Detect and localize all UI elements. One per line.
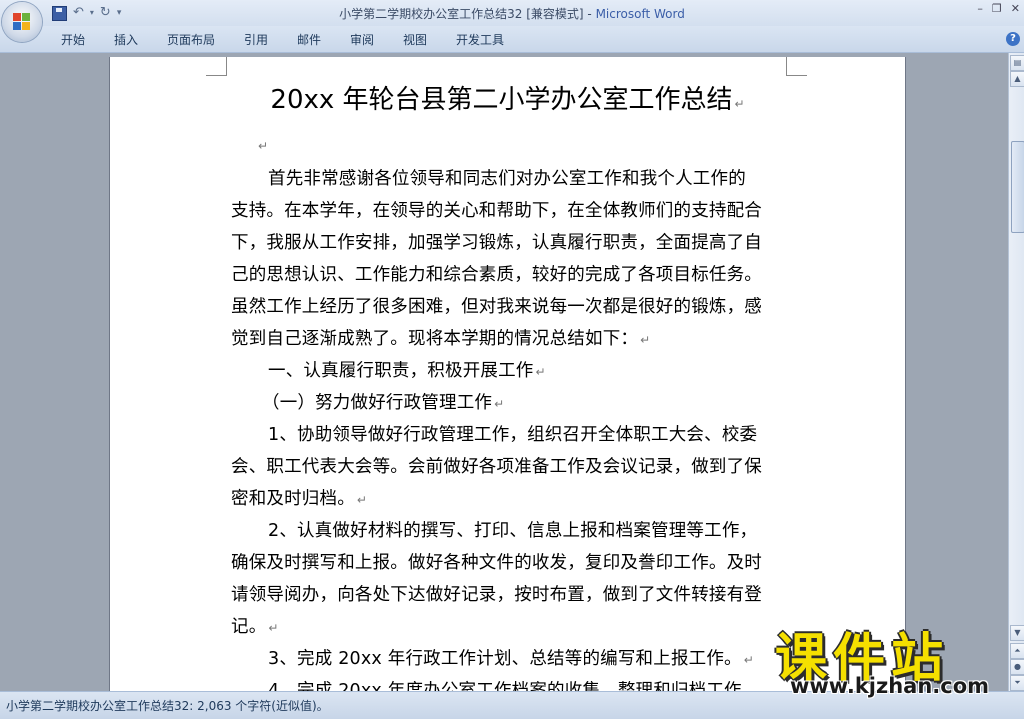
body-line: 1、协助领导做好行政管理工作，组织召开全体职工大会、校委 [268, 425, 758, 445]
vertical-scrollbar[interactable]: ▤ ▲ ▼ ⏶ ● ⏷ [1008, 53, 1024, 691]
body-line-text: 3、完成 20xx 年行政工作计划、总结等的编写和上报工作。 [268, 649, 742, 669]
paragraph-mark-icon: ↵ [743, 653, 755, 667]
watermark-url: www.kjzhan.com [790, 674, 990, 698]
section-heading-text: 一、认真履行职责，积极开展工作 [268, 361, 534, 381]
body-line-text: 密和及时归档。 [231, 489, 355, 509]
subsection-heading: （一）努力做好行政管理工作 ↵ [262, 389, 504, 414]
body-line-text: 记。 [231, 617, 267, 637]
body-line: 确保及时撰写和上报。做好各种文件的收发，复印及誊印工作。及时 [231, 553, 762, 573]
margin-corner-mark [786, 57, 807, 76]
body-line: 支持。在本学年，在领导的关心和帮助下，在全体教师们的支持配合 [231, 201, 762, 221]
body-line: 记。 ↵ [231, 613, 279, 638]
tab-page-layout[interactable]: 页面布局 [167, 31, 215, 48]
scroll-thumb[interactable] [1011, 141, 1024, 233]
close-icon[interactable]: ✕ [1011, 2, 1020, 15]
document-title: 20xx 年轮台县第二小学办公室工作总结 ↵ [110, 79, 905, 116]
tab-references[interactable]: 引用 [244, 31, 268, 48]
previous-page-icon[interactable]: ⏶ [1010, 643, 1024, 659]
window-title: 小学第二学期校办公室工作总结32 [兼容模式] - Microsoft Word [0, 5, 1024, 22]
title-bar: ↶ ▾ ↻ ▾ 小学第二学期校办公室工作总结32 [兼容模式] - Micros… [0, 0, 1024, 26]
body-line: 虽然工作上经历了很多困难，但对我来说每一次都是很好的锻炼，感 [231, 297, 762, 317]
body-line: 己的思想认识、工作能力和综合素质，较好的完成了各项目标任务。 [231, 265, 762, 285]
document-title-text: 20xx 年轮台县第二小学办公室工作总结 [270, 85, 733, 115]
paragraph-mark-icon: ↵ [268, 621, 279, 635]
tab-developer[interactable]: 开发工具 [456, 31, 504, 48]
paragraph-mark-icon: ↵ [494, 397, 505, 411]
window-title-doc: 小学第二学期校办公室工作总结32 [兼容模式] - [339, 7, 596, 21]
minimize-icon[interactable]: – [977, 2, 983, 15]
office-logo-icon [13, 13, 31, 31]
document-page[interactable]: 20xx 年轮台县第二小学办公室工作总结 ↵ ↵ 首先非常感谢各位领导和同志们对办… [110, 57, 905, 691]
margin-corner-mark [206, 57, 227, 76]
window-controls: – ❐ ✕ [977, 2, 1020, 15]
tab-home[interactable]: 开始 [61, 31, 85, 48]
body-line: 2、认真做好材料的撰写、打印、信息上报和档案管理等工作， [268, 521, 758, 541]
ribbon-tab-bar: 开始 插入 页面布局 引用 邮件 审阅 视图 开发工具 ? [0, 26, 1024, 53]
scroll-down-icon[interactable]: ▼ [1010, 625, 1024, 641]
body-line: 3、完成 20xx 年行政工作计划、总结等的编写和上报工作。 ↵ [268, 645, 754, 670]
paragraph-mark-icon: ↵ [258, 139, 269, 153]
body-line: 首先非常感谢各位领导和同志们对办公室工作和我个人工作的 [268, 169, 746, 189]
body-line: 觉到自己逐渐成熟了。现将本学期的情况总结如下： ↵ [231, 325, 650, 350]
tab-mailings[interactable]: 邮件 [297, 31, 321, 48]
paragraph-mark-icon: ↵ [734, 97, 745, 111]
office-button[interactable] [2, 2, 42, 42]
tab-insert[interactable]: 插入 [114, 31, 138, 48]
help-icon[interactable]: ? [1006, 32, 1020, 46]
body-line: 会、职工代表大会等。会前做好各项准备工作及会议记录，做到了保 [231, 457, 762, 477]
paragraph-mark-icon: ↵ [535, 365, 546, 379]
empty-paragraph: ↵ [256, 135, 268, 155]
tab-review[interactable]: 审阅 [350, 31, 374, 48]
body-line: 4、完成 20xx 年度办公室工作档案的收集、整理和归档工作 [268, 681, 742, 691]
restore-icon[interactable]: ❐ [992, 2, 1002, 15]
document-area[interactable]: 20xx 年轮台县第二小学办公室工作总结 ↵ ↵ 首先非常感谢各位领导和同志们对办… [0, 53, 1008, 691]
section-heading: 一、认真履行职责，积极开展工作 ↵ [268, 357, 546, 382]
paragraph-mark-icon: ↵ [640, 333, 651, 347]
scroll-up-icon[interactable]: ▲ [1010, 71, 1024, 87]
paragraph-mark-icon: ↵ [356, 493, 368, 507]
word-count-status[interactable]: 小学第二学期校办公室工作总结32: 2,063 个字符(近似值)。 [6, 697, 329, 714]
body-line: 密和及时归档。 ↵ [231, 485, 367, 510]
body-line: 下，我服从工作安排，加强学习锻炼，认真履行职责，全面提高了自 [231, 233, 762, 253]
body-line: 请领导阅办，向各处下达做好记录，按时布置，做到了文件转接有登 [231, 585, 762, 605]
next-page-icon[interactable]: ⏷ [1010, 675, 1024, 691]
body-line-text: 觉到自己逐渐成熟了。现将本学期的情况总结如下： [231, 329, 639, 349]
window-title-app: Microsoft Word [595, 7, 685, 21]
select-browse-object-icon[interactable]: ● [1010, 659, 1024, 675]
ruler-toggle-icon[interactable]: ▤ [1010, 55, 1024, 71]
tab-view[interactable]: 视图 [403, 31, 427, 48]
subsection-heading-text: （一）努力做好行政管理工作 [262, 393, 493, 413]
